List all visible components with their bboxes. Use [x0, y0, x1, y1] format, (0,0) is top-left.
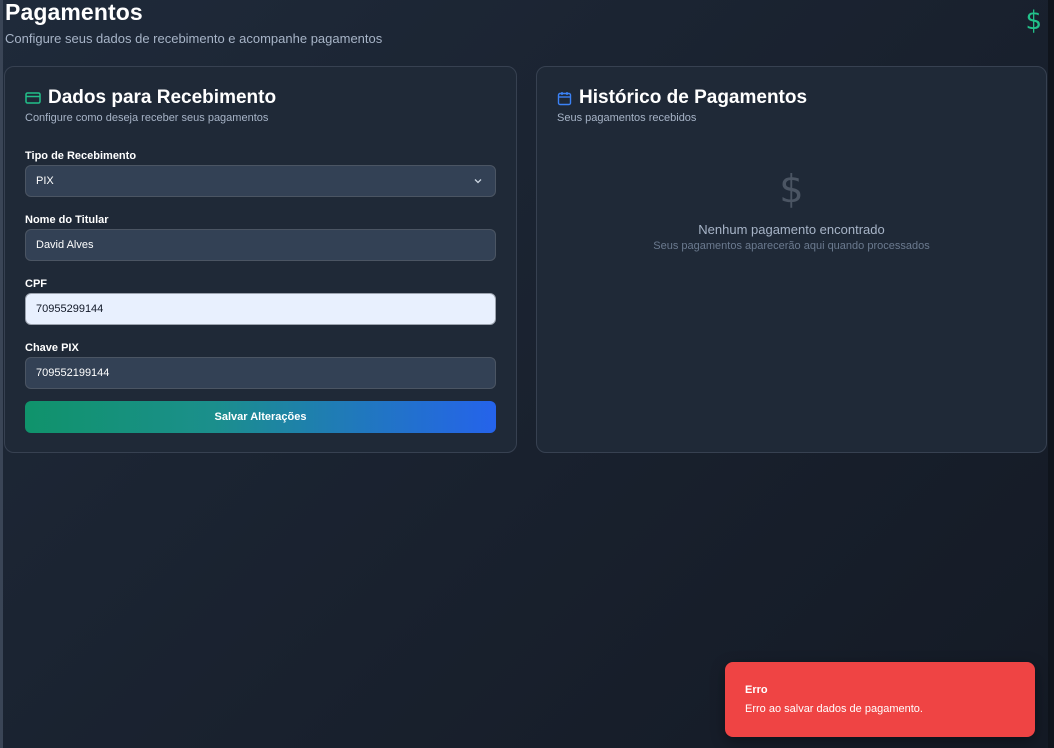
- credit-card-icon: [25, 92, 41, 104]
- payment-history-card: Histórico de Pagamentos Seus pagamentos …: [536, 66, 1047, 453]
- chevron-down-icon: [474, 179, 482, 184]
- empty-dollar-icon: $: [779, 167, 804, 211]
- payment-history-card-header: Histórico de Pagamentos: [557, 87, 807, 109]
- cpf-input[interactable]: 70955299144: [25, 293, 496, 325]
- save-button[interactable]: Salvar Alterações: [25, 401, 496, 433]
- nome-titular-label: Nome do Titular: [25, 214, 109, 226]
- toast-title: Erro: [745, 684, 768, 696]
- payment-data-description: Configure como deseja receber seus pagam…: [25, 112, 269, 124]
- dollar-icon: $: [1025, 6, 1042, 36]
- payment-history-description: Seus pagamentos recebidos: [557, 112, 697, 124]
- window-left-edge: [0, 0, 3, 748]
- window-right-edge: [1048, 0, 1054, 748]
- error-toast[interactable]: Erro Erro ao salvar dados de pagamento.: [725, 662, 1035, 737]
- tipo-recebimento-select[interactable]: PIX: [25, 165, 496, 197]
- nome-titular-input[interactable]: David Alves: [25, 229, 496, 261]
- payment-history-title: Histórico de Pagamentos: [579, 87, 808, 108]
- page-title: Pagamentos: [5, 0, 143, 25]
- chave-pix-label: Chave PIX: [25, 342, 79, 354]
- cpf-label: CPF: [25, 278, 47, 290]
- tipo-recebimento-value: PIX: [36, 175, 54, 187]
- tipo-recebimento-label: Tipo de Recebimento: [25, 150, 137, 162]
- empty-state-subtitle: Seus pagamentos aparecerão aqui quando p…: [653, 240, 930, 252]
- payment-data-card-header: Dados para Recebimento: [25, 87, 276, 109]
- chave-pix-input[interactable]: 709552199144: [25, 357, 496, 389]
- empty-state-title: Nenhum pagamento encontrado: [698, 222, 885, 237]
- page-subtitle: Configure seus dados de recebimento e ac…: [5, 31, 383, 46]
- toast-message: Erro ao salvar dados de pagamento.: [745, 703, 923, 715]
- payment-data-card: Dados para Recebimento Configure como de…: [4, 66, 517, 453]
- payment-data-title: Dados para Recebimento: [48, 87, 277, 108]
- calendar-icon: [557, 91, 572, 105]
